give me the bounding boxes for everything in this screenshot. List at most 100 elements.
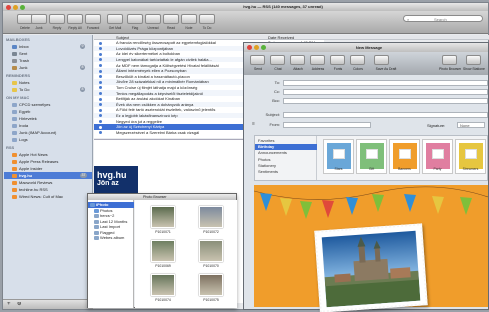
message-subject: Betiltják az árulási akciókat Kínában xyxy=(116,96,181,102)
mailbox-label: Logs xyxy=(19,137,28,142)
message-list: A francia rendőrség összecsapott az egye… xyxy=(94,40,264,138)
sidebar-folder[interactable]: Junk (IMAP Account) xyxy=(4,129,92,136)
sidebar-item-sent[interactable]: Sent xyxy=(4,50,92,57)
gear-icon[interactable]: ⚙ xyxy=(17,302,21,307)
toolbar-label: Get Mail xyxy=(108,26,122,30)
sidebar-item-trash[interactable]: Trash xyxy=(4,57,92,64)
photo-stamp[interactable] xyxy=(314,223,428,312)
stationery-category[interactable]: Birthday xyxy=(255,144,317,150)
stationery-category[interactable]: Photos xyxy=(255,157,317,163)
stationery-category[interactable]: Sentiments xyxy=(255,169,317,175)
close-button[interactable] xyxy=(6,4,11,10)
flag-button[interactable] xyxy=(127,14,143,24)
stationery-categories: Favorites Birthday Announcements Photos Stat… xyxy=(255,136,317,180)
sidebar-folder[interactable]: CPCD személyes xyxy=(4,101,92,108)
unread-dot xyxy=(99,125,102,129)
compose-attach-button[interactable] xyxy=(290,55,305,65)
sidebar-item-notes[interactable]: Notes xyxy=(4,79,92,86)
bunting-flag xyxy=(280,198,292,216)
zoom-button[interactable] xyxy=(20,4,25,10)
note-button[interactable] xyxy=(181,14,197,24)
sidebar-feed[interactable]: techline.hu RSS xyxy=(4,186,92,193)
photo-thumbnail[interactable]: P1010072 xyxy=(193,206,229,236)
compose-photo-browser-button[interactable] xyxy=(442,55,457,65)
bcc-field: Bcc: xyxy=(252,97,488,105)
stationery-template[interactable]: Party xyxy=(422,139,453,174)
sidebar-feed[interactable]: hvg.hu 37 xyxy=(4,172,92,179)
compose-address-button[interactable] xyxy=(310,55,325,65)
sidebar-item-to-do[interactable]: To Do 8 xyxy=(4,86,92,93)
to-field: To: xyxy=(252,79,488,87)
mailbox-label: Apple Hot News xyxy=(19,152,48,157)
photo-source-item[interactable]: Webes album xyxy=(88,235,134,241)
search-input[interactable]: Search ⌕ xyxy=(403,15,483,22)
stationery-template[interactable]: Gift xyxy=(356,139,387,174)
compose-colors-button[interactable] xyxy=(350,55,365,65)
sidebar-folder[interactable]: Hírlevelek xyxy=(4,115,92,122)
cc-input[interactable] xyxy=(283,89,488,95)
stationery-template[interactable]: Streamers xyxy=(455,139,486,174)
to-input[interactable] xyxy=(283,80,488,86)
compose-chat-button[interactable] xyxy=(270,55,285,65)
compose-fonts-button[interactable] xyxy=(330,55,345,65)
subject-input[interactable] xyxy=(283,112,488,118)
compose-save-as-draft-button[interactable] xyxy=(374,55,389,65)
stationery-template[interactable]: Banners xyxy=(389,139,420,174)
mailbox-label: Apple Press Releases xyxy=(19,159,59,164)
compose-toolbar-label: Send xyxy=(254,67,262,71)
unread-dot xyxy=(99,119,102,123)
sidebar-folder[interactable]: Iroda xyxy=(4,122,92,129)
signature-select[interactable]: None xyxy=(457,122,485,128)
bcc-input[interactable] xyxy=(283,98,488,104)
sidebar-feed[interactable]: Macworld Reviews xyxy=(4,179,92,186)
album-icon xyxy=(94,236,99,240)
compose-send-button[interactable] xyxy=(250,55,265,65)
minimize-button[interactable] xyxy=(13,4,18,10)
minimize-button[interactable] xyxy=(254,45,259,50)
photo-filename: P1010075 xyxy=(203,298,219,302)
photo-thumbnail[interactable]: P1010071 xyxy=(145,206,181,236)
stationery-template[interactable]: Stars xyxy=(323,139,354,174)
forward-button[interactable] xyxy=(85,14,101,24)
sidebar-feed[interactable]: Apple Insider xyxy=(4,165,92,172)
preview-subtitle: Jön az xyxy=(97,180,119,187)
compose-show-stationery-button[interactable] xyxy=(466,55,481,65)
stationery-pane: Favorites Birthday Announcements Photos Stat… xyxy=(254,135,488,181)
mailbox-icon xyxy=(12,65,17,70)
get-mail-button[interactable] xyxy=(107,14,123,24)
subject-field: Subject: xyxy=(252,111,488,119)
message-subject: Az MDF nem támogatja a Költségvetési Hiv… xyxy=(116,62,219,68)
stationery-category[interactable]: Favorites xyxy=(255,138,317,144)
reply-all-button[interactable] xyxy=(67,14,83,24)
from-select[interactable] xyxy=(283,122,371,128)
sidebar-item-junk[interactable]: Junk 8 xyxy=(4,64,92,71)
add-mailbox-button[interactable]: + xyxy=(7,302,11,307)
reply-button[interactable] xyxy=(49,14,65,24)
read-button[interactable] xyxy=(163,14,179,24)
close-button[interactable] xyxy=(247,45,252,50)
sidebar-feed[interactable]: Apple Hot News xyxy=(4,151,92,158)
new-message-titlebar[interactable]: New Message xyxy=(244,43,488,52)
sidebar-item-inbox[interactable]: Inbox 9 xyxy=(4,43,92,50)
photo-thumbnail[interactable]: P1010069 xyxy=(145,240,181,270)
template-photo-slot xyxy=(366,149,378,159)
photo-thumbnail[interactable]: P1010075 xyxy=(193,274,229,304)
unread-button[interactable] xyxy=(145,14,161,24)
to-do-button[interactable] xyxy=(199,14,215,24)
stationery-category[interactable]: Stationery xyxy=(255,163,317,169)
photo-thumbnail[interactable]: P1010074 xyxy=(145,274,181,304)
photo-thumbnail[interactable]: P1010070 xyxy=(193,240,229,270)
photo-filename: P1010071 xyxy=(155,230,171,234)
junk-button[interactable] xyxy=(31,14,47,24)
sidebar-feed[interactable]: Wired News: Cult of Mac xyxy=(4,193,92,200)
stationery-category[interactable]: Announcements xyxy=(255,150,317,156)
mailbox-icon xyxy=(12,194,17,199)
sidebar-feed[interactable]: Apple Press Releases xyxy=(4,158,92,165)
sidebar-folder[interactable]: Logs xyxy=(4,136,92,143)
compose-body[interactable] xyxy=(254,185,488,312)
zoom-button[interactable] xyxy=(261,45,266,50)
message-row[interactable]: Megszerzésével a Szerelmi Bárka csak viz… xyxy=(94,130,264,136)
mail-titlebar[interactable]: hvg.hu — RSS (140 messages, 37 unread) xyxy=(3,3,488,11)
search-label: Search xyxy=(434,17,447,22)
sidebar-folder[interactable]: Egyéb xyxy=(4,108,92,115)
